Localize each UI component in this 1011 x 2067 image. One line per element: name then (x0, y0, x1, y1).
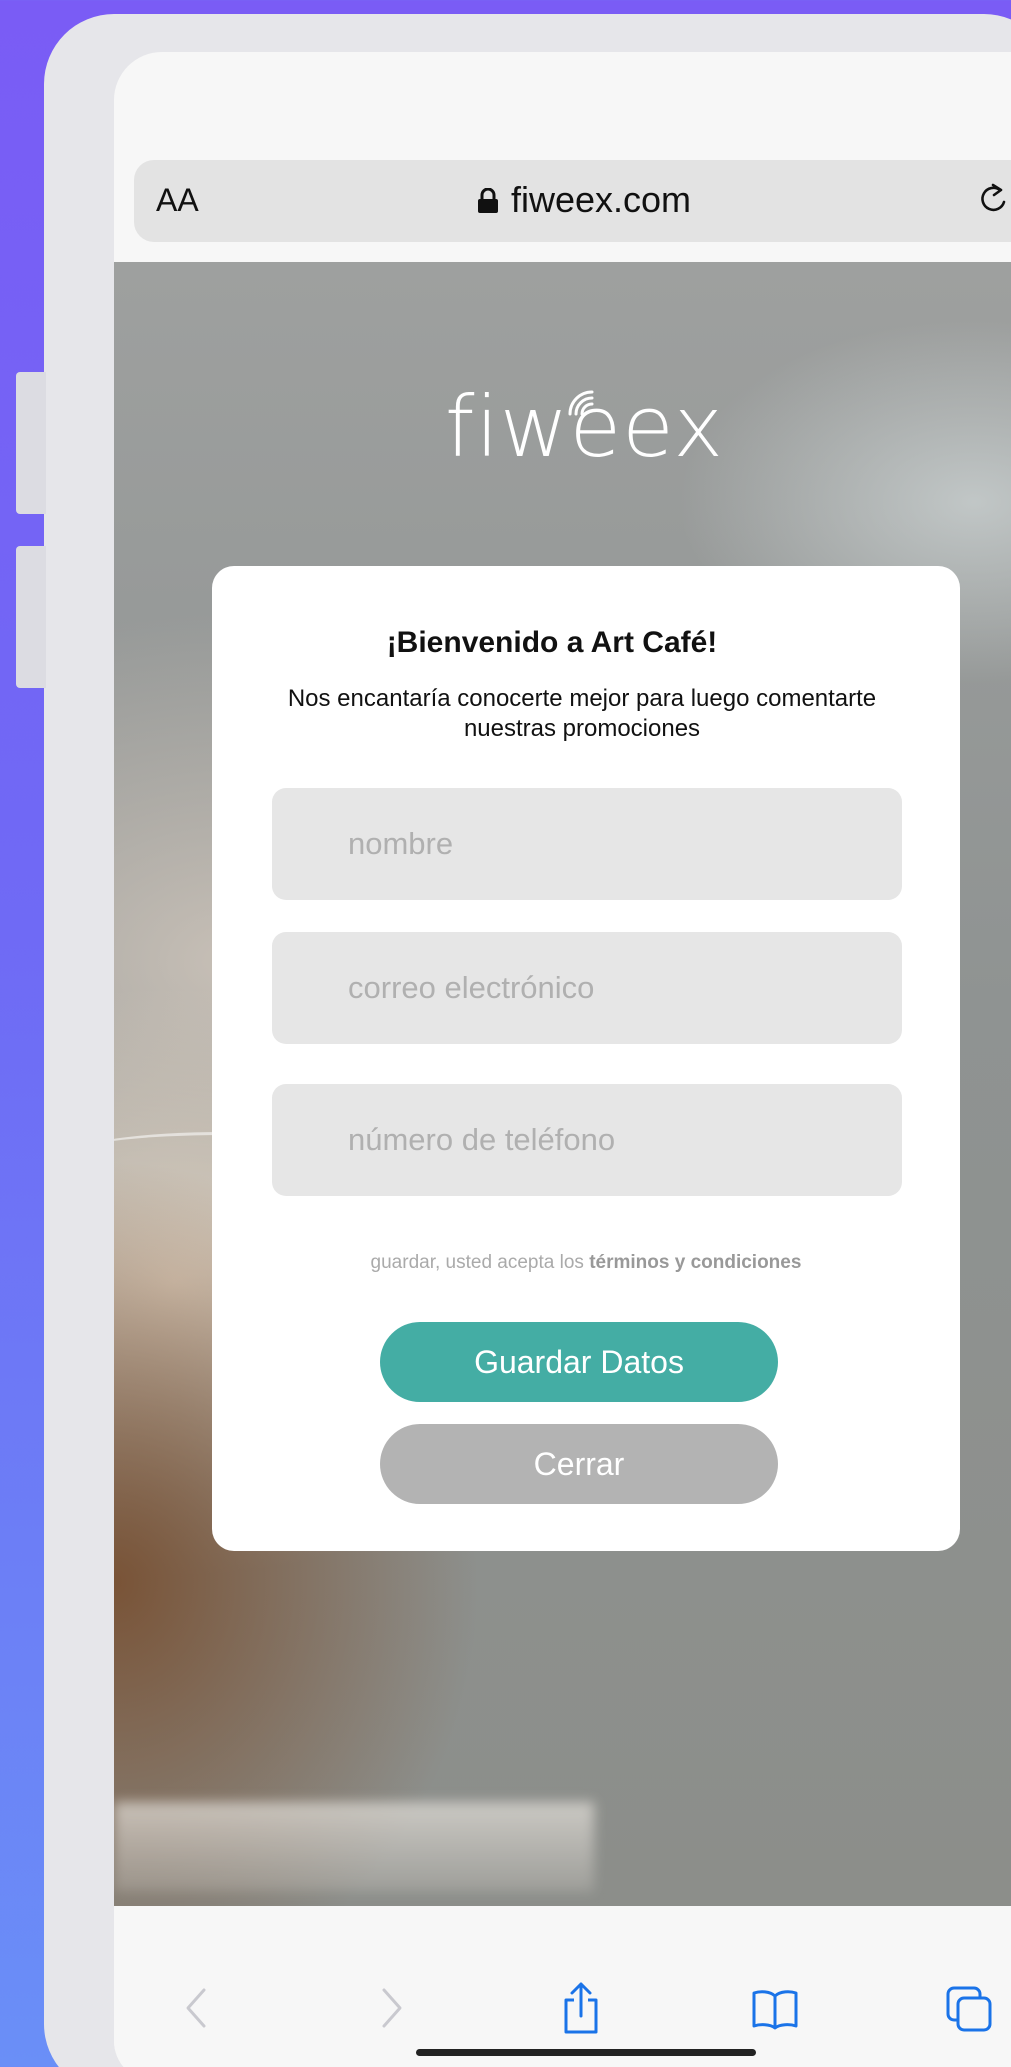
terms-prefix: guardar, usted acepta los (370, 1252, 584, 1273)
fiweex-logo: fiweex (444, 378, 725, 476)
forward-icon[interactable] (366, 1980, 416, 2036)
close-button[interactable]: Cerrar (380, 1424, 778, 1504)
address-bar[interactable]: AA fiweex.com (134, 160, 1011, 242)
phone-frame: AA fiweex.com fiweex ¡Bienvenido a Art C… (44, 14, 1011, 2067)
save-data-button[interactable]: Guardar Datos (380, 1322, 778, 1402)
terms-notice: guardar, usted acepta los términos y con… (212, 1252, 960, 1274)
share-icon[interactable] (556, 1980, 606, 2036)
lock-icon (477, 188, 498, 213)
tabs-icon[interactable] (944, 1980, 994, 2036)
background-cup-band (114, 1802, 594, 1892)
reload-icon[interactable] (974, 180, 1011, 220)
web-content: fiweex ¡Bienvenido a Art Café! Nos encan… (114, 262, 1011, 1906)
bookmarks-icon[interactable] (750, 1980, 800, 2036)
name-input[interactable] (272, 788, 902, 900)
email-input[interactable] (272, 932, 902, 1044)
volume-up-button (16, 372, 46, 514)
signup-modal: ¡Bienvenido a Art Café! Nos encantaría c… (212, 566, 960, 1551)
back-icon[interactable] (172, 1980, 222, 2036)
url-display[interactable]: fiweex.com (134, 178, 1011, 222)
home-indicator (416, 2049, 756, 2056)
phone-screen: AA fiweex.com fiweex ¡Bienvenido a Art C… (114, 52, 1011, 2067)
modal-subtitle: Nos encantaría conocerte mejor para lueg… (287, 685, 877, 742)
browser-toolbar (114, 1906, 1011, 2067)
terms-link[interactable]: términos y condiciones (589, 1252, 801, 1273)
url-text: fiweex.com (510, 179, 692, 220)
phone-input[interactable] (272, 1084, 902, 1196)
volume-down-button (16, 546, 46, 688)
modal-title: ¡Bienvenido a Art Café! (386, 626, 718, 659)
